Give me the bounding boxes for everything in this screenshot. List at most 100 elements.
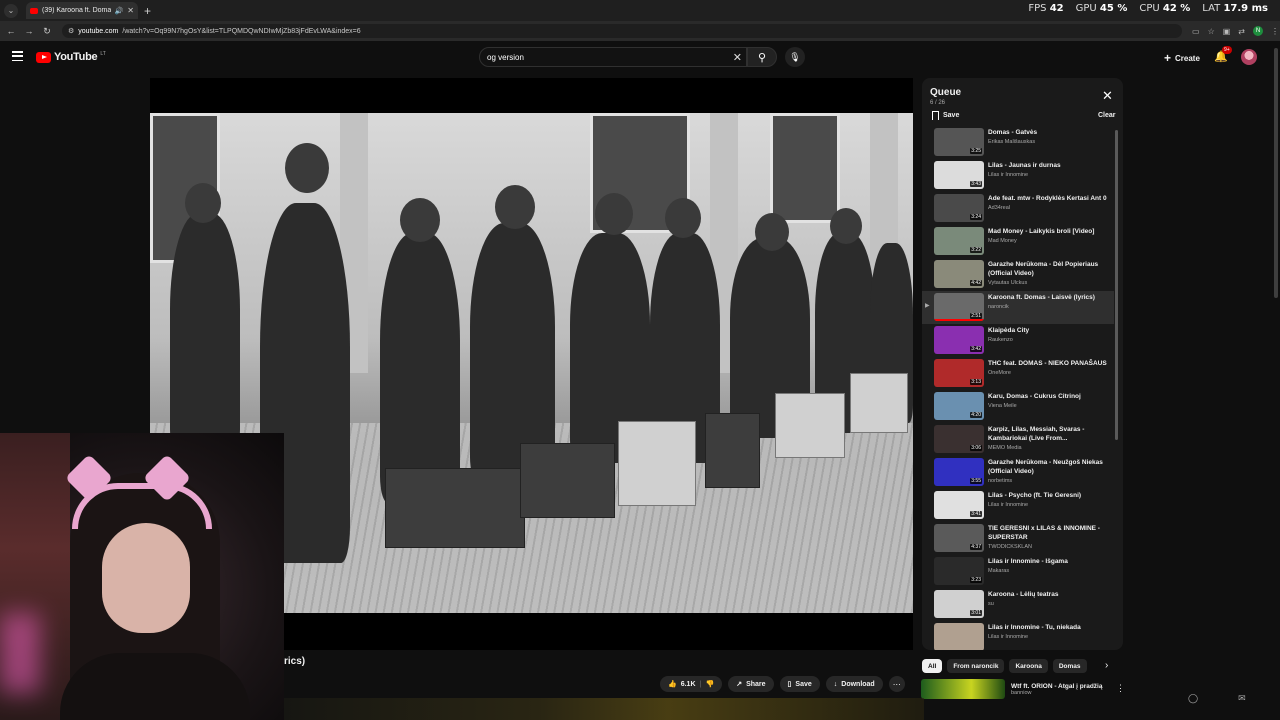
queue-item[interactable]: 3:06 Karpiz, Lilas, Messiah, Svaras - Kam… xyxy=(922,423,1114,456)
menu-icon[interactable] xyxy=(12,51,23,61)
queue-thumbnail[interactable]: 3:06 xyxy=(934,425,984,453)
close-tab-icon[interactable]: ✕ xyxy=(127,6,134,15)
queue-item[interactable]: 4:37 TIE GERESNI x LILAS & INNOMINE - SUP… xyxy=(922,522,1114,555)
queue-thumbnail[interactable]: 4:20 xyxy=(934,392,984,420)
queue-item[interactable]: 3:22 Mad Money - Laikykis broli [Video] Ma… xyxy=(922,225,1114,258)
queue-item[interactable]: 3:25 Domas - Gatvės Erikas Mališauskas xyxy=(922,126,1114,159)
translate-icon[interactable]: ⇄ xyxy=(1238,27,1245,36)
tab-search-icon[interactable]: ⌄ xyxy=(4,3,18,18)
chevron-right-icon[interactable]: › xyxy=(1105,660,1108,671)
like-button[interactable]: 👍 6.1K | 👎 xyxy=(660,676,723,692)
avatar[interactable] xyxy=(1241,49,1257,65)
queue-item-title[interactable]: Lilas ir Innomine - Tu, niekada xyxy=(988,623,1112,632)
more-options-icon[interactable]: ⋯ xyxy=(888,676,905,692)
queue-item-title[interactable]: TIE GERESNI x LILAS & INNOMINE - SUPERST… xyxy=(988,524,1112,542)
new-tab-button[interactable]: + xyxy=(144,4,151,18)
bookmark-star-icon[interactable]: ☆ xyxy=(1208,27,1215,36)
clear-queue-button[interactable]: Clear xyxy=(1098,112,1116,119)
close-queue-icon[interactable]: ✕ xyxy=(1102,88,1113,104)
queue-item[interactable]: 3:23 Lilas ir Innomine - Išgama Makaras xyxy=(922,555,1114,588)
queue-item[interactable]: 3:13 THC feat. DOMAS - NIEKO PANAŠAUS OneM… xyxy=(922,357,1114,390)
queue-item-title[interactable]: THC feat. DOMAS - NIEKO PANAŠAUS xyxy=(988,359,1112,368)
queue-thumbnail[interactable]: 3:01 xyxy=(934,590,984,618)
queue-item-title[interactable]: Garazhe Nerūkoma - Neužgoš Niekas (Offic… xyxy=(988,458,1112,476)
save-queue-button[interactable]: Save xyxy=(932,111,959,120)
queue-item[interactable]: ▶ 2:51 Karoona ft. Domas - Laisvė (lyrics)… xyxy=(922,291,1114,324)
profile-extension-icon[interactable]: N xyxy=(1253,26,1263,36)
queue-thumbnail[interactable]: 3:13 xyxy=(934,359,984,387)
queue-item-channel: Vytautas Ulckus xyxy=(988,280,1028,286)
queue-thumbnail[interactable]: 3:55 xyxy=(934,458,984,486)
clear-search-icon[interactable]: ✕ xyxy=(733,51,742,64)
queue-thumbnail[interactable]: 3:41 xyxy=(934,491,984,519)
search-input[interactable]: og version ✕ xyxy=(479,47,747,67)
filter-chip[interactable]: All xyxy=(922,659,943,673)
message-icon[interactable]: ✉ xyxy=(1238,693,1246,704)
create-button[interactable]: + Create xyxy=(1158,49,1206,67)
site-info-icon[interactable]: ⚙ xyxy=(68,27,74,35)
queue-thumbnail[interactable]: 3:42 xyxy=(934,326,984,354)
queue-item-title[interactable]: Karpiz, Lilas, Messiah, Svaras - Kambari… xyxy=(988,425,1112,443)
queue-item[interactable]: 4:42 Garazhe Nerūkoma - Dėl Popieriaus (O… xyxy=(922,258,1114,291)
reload-icon[interactable]: ↻ xyxy=(40,26,54,37)
queue-item-title[interactable]: Domas - Gatvės xyxy=(988,128,1112,137)
queue-item[interactable]: 3:24 Ade feat. mtw - Rodyklės Kertasi Ant… xyxy=(922,192,1114,225)
queue-item-title[interactable]: Lilas - Psycho (ft. Tie Geresni) xyxy=(988,491,1112,500)
browser-tab[interactable]: (39) Karoona ft. Domas - Laisvė 🔊 ✕ xyxy=(26,2,138,19)
queue-item-title[interactable]: Karoona - Lėlių teatras xyxy=(988,590,1112,599)
search-button[interactable]: ⚲ xyxy=(747,47,777,67)
queue-thumbnail[interactable]: 3:43 xyxy=(934,161,984,189)
queue-thumbnail[interactable]: 3:25 xyxy=(934,128,984,156)
browser-menu-icon[interactable]: ⋮ xyxy=(1271,27,1279,36)
queue-thumbnail[interactable]: 2:51 xyxy=(934,293,984,321)
filter-chip[interactable]: From naroncik xyxy=(947,659,1005,673)
youtube-play-icon xyxy=(36,51,51,63)
queue-thumbnail[interactable]: 3:22 xyxy=(934,227,984,255)
filter-chip[interactable]: Domas xyxy=(1052,659,1087,673)
queue-item[interactable]: 4:20 Karu, Domas - Cukrus Citrinoj Viena M… xyxy=(922,390,1114,423)
queue-item[interactable]: 3:41 Lilas - Psycho (ft. Tie Geresni) Lila… xyxy=(922,489,1114,522)
recommendation-thumbnail[interactable] xyxy=(921,679,1005,699)
more-actions-icon[interactable]: ⋮ xyxy=(1116,683,1125,694)
queue-item-title[interactable]: Lilas ir Innomine - Išgama xyxy=(988,557,1112,566)
forward-icon[interactable]: → xyxy=(22,26,36,36)
thumbs-down-icon[interactable]: 👎 xyxy=(705,680,714,688)
share-button[interactable]: ↗ Share xyxy=(728,676,774,692)
queue-scrollbar[interactable] xyxy=(1115,130,1118,440)
cast-icon[interactable]: ▭ xyxy=(1192,27,1200,36)
recommendation-item[interactable]: Wtf ft. ORION - Atgal į pradžią banniow xyxy=(921,679,1131,699)
queue-thumbnail[interactable]: 3:23 xyxy=(934,557,984,585)
queue-thumbnail[interactable]: 3:24 xyxy=(934,194,984,222)
queue-item-title[interactable]: Ade feat. mtw - Rodyklės Kertasi Ant 0 xyxy=(988,194,1112,203)
url-field[interactable]: ⚙ youtube.com/watch?v=Oq99N7hgOsY&list=T… xyxy=(62,24,1182,38)
queue-item[interactable]: Lilas ir Innomine - Tu, niekada Lilas ir … xyxy=(922,621,1114,650)
download-button[interactable]: ↓ Download xyxy=(825,676,883,692)
queue-thumbnail[interactable]: 4:42 xyxy=(934,260,984,288)
queue-item-title[interactable]: Klaipėda City xyxy=(988,326,1112,335)
youtube-logo[interactable]: YouTube LT xyxy=(36,51,106,63)
queue-item[interactable]: 3:42 Klaipėda City Raukenzo xyxy=(922,324,1114,357)
extensions-icon[interactable]: ▣ xyxy=(1223,27,1231,36)
back-icon[interactable]: ← xyxy=(4,26,18,36)
voice-search-button[interactable]: 🎙 xyxy=(785,47,805,67)
queue-item-title[interactable]: Karoona ft. Domas - Laisvė (lyrics) xyxy=(988,293,1112,302)
queue-item-title[interactable]: Karu, Domas - Cukrus Citrinoj xyxy=(988,392,1112,401)
queue-item[interactable]: 3:55 Garazhe Nerūkoma - Neužgoš Niekas (O… xyxy=(922,456,1114,489)
queue-item-channel: Erikas Mališauskas xyxy=(988,139,1036,145)
notification-count-badge: 9+ xyxy=(1222,46,1232,54)
chat-icon[interactable]: ◯ xyxy=(1188,693,1198,704)
duration-badge: 3:55 xyxy=(970,478,982,484)
queue-thumbnail[interactable]: 4:37 xyxy=(934,524,984,552)
save-button[interactable]: ▯ Save xyxy=(779,676,820,692)
queue-item[interactable]: 3:43 Lilas - Jaunas ir durnas Lilas ir Inn… xyxy=(922,159,1114,192)
queue-item-title[interactable]: Mad Money - Laikykis broli [Video] xyxy=(988,227,1112,236)
audio-icon[interactable]: 🔊 xyxy=(115,7,124,15)
page-scrollbar[interactable] xyxy=(1274,48,1278,298)
recommendation-title[interactable]: Wtf ft. ORION - Atgal į pradžią xyxy=(1011,683,1102,690)
queue-item-channel: naroncik xyxy=(988,304,1009,310)
queue-item[interactable]: 3:01 Karoona - Lėlių teatras su xyxy=(922,588,1114,621)
queue-item-title[interactable]: Garazhe Nerūkoma - Dėl Popieriaus (Offic… xyxy=(988,260,1112,278)
filter-chip[interactable]: Karoona xyxy=(1009,659,1048,673)
queue-item-title[interactable]: Lilas - Jaunas ir durnas xyxy=(988,161,1112,170)
queue-thumbnail[interactable] xyxy=(934,623,984,650)
